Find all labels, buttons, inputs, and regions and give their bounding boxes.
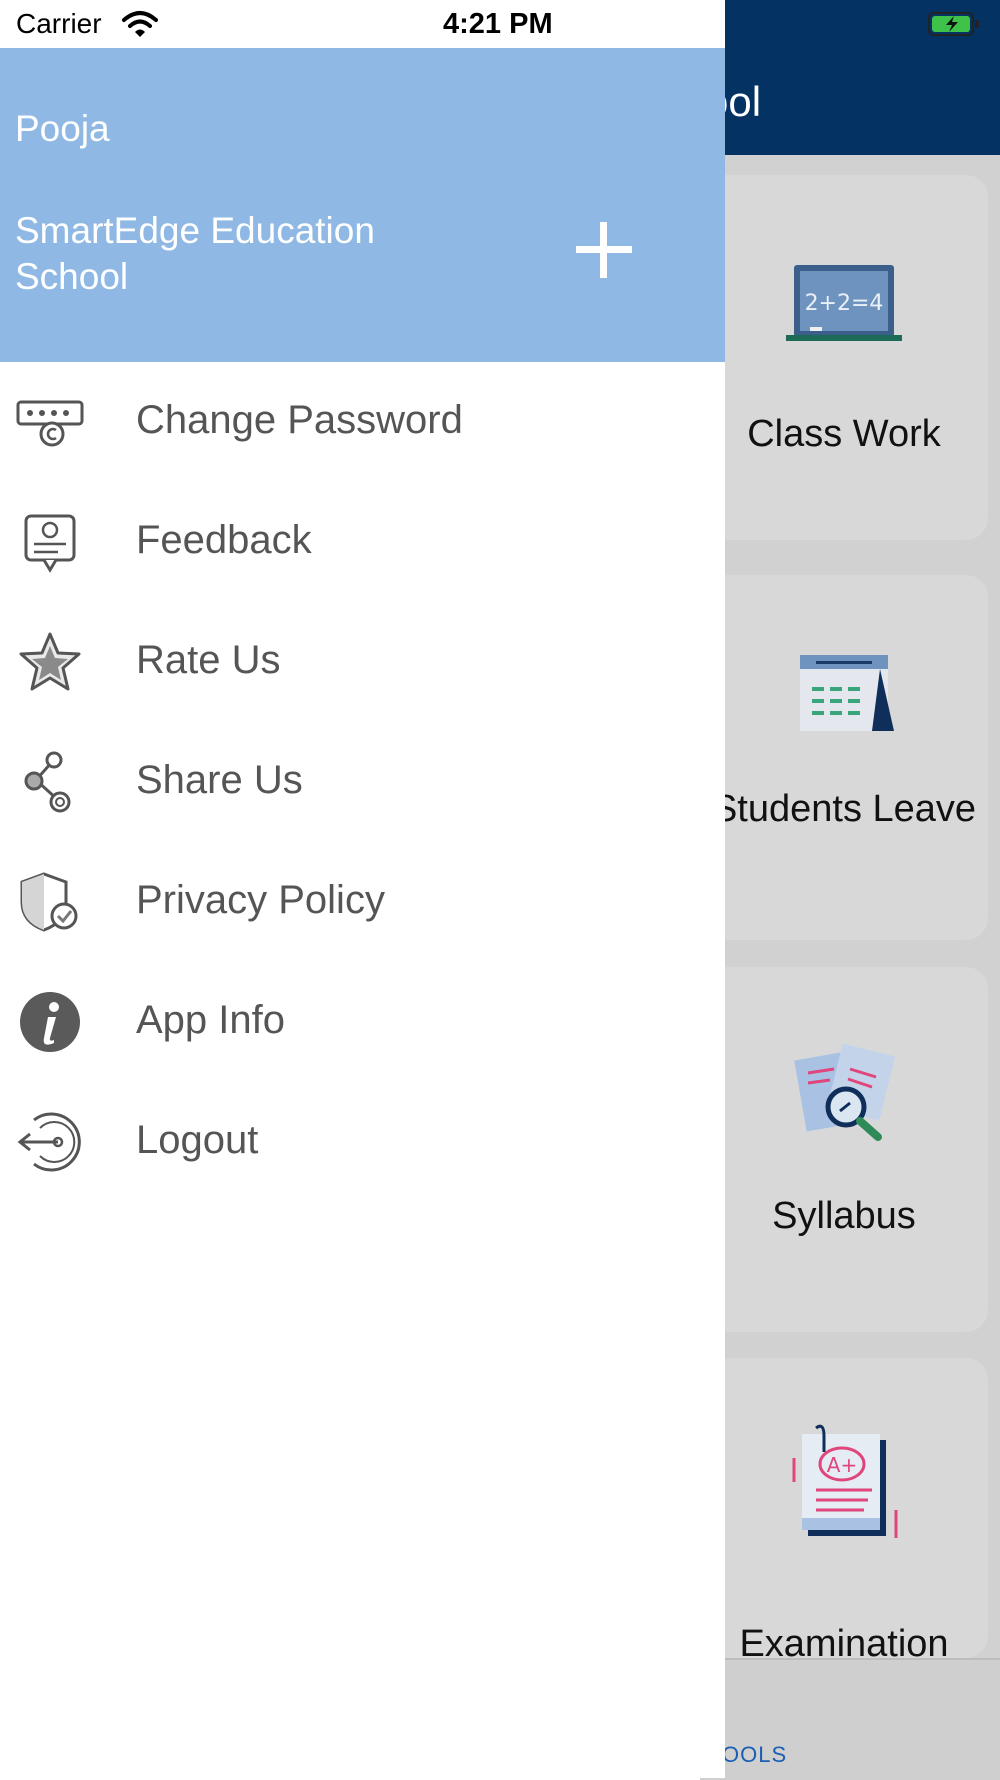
svg-text:2+2=4: 2+2=4 (805, 291, 884, 316)
share-icon (24, 751, 71, 813)
menu-label-change-password: Change Password (136, 398, 463, 442)
class-work-card[interactable]: 2+2=4 Class Work (700, 175, 988, 540)
status-bar: Carrier 4:21 PM (0, 0, 725, 48)
menu-label-privacy-policy: Privacy Policy (136, 878, 385, 922)
documents-search-icon (794, 1043, 896, 1141)
status-time: 4:21 PM (443, 8, 553, 40)
navigation-drawer: Carrier 4:21 PM Pooja SmartEdge Educatio… (0, 0, 725, 1778)
profile-header: Pooja SmartEdge Education School (0, 48, 725, 362)
menu-item-privacy-policy[interactable]: Privacy Policy (0, 842, 725, 962)
info-icon (20, 992, 80, 1052)
menu-item-share-us[interactable]: Share Us (0, 722, 725, 842)
menu-label-logout: Logout (136, 1118, 259, 1162)
students-leave-card[interactable]: Students Leave (700, 575, 988, 940)
menu-label-app-info: App Info (136, 998, 286, 1042)
shield-check-icon (20, 872, 78, 932)
students-leave-label: Students Leave (711, 788, 977, 830)
menu-item-app-info[interactable]: App Info (0, 962, 725, 1082)
menu-label-feedback: Feedback (136, 518, 312, 562)
examination-card[interactable]: A+ Examination (700, 1358, 988, 1665)
calendar-icon (800, 655, 894, 731)
feedback-icon (24, 514, 76, 573)
school-name: SmartEdge Education School (15, 210, 375, 297)
menu-label-rate-us: Rate Us (136, 638, 281, 682)
logout-icon (17, 1112, 81, 1172)
class-work-label: Class Work (747, 413, 941, 455)
plus-icon[interactable] (570, 216, 638, 284)
menu-item-logout[interactable]: Logout (0, 1082, 725, 1202)
menu-label-share-us: Share Us (136, 758, 303, 802)
exam-grade-icon: A+ (792, 1424, 898, 1538)
star-icon (19, 632, 81, 691)
wifi-icon (122, 11, 158, 37)
carrier-label: Carrier (16, 8, 102, 39)
user-name: Pooja (15, 108, 110, 149)
battery-icon (928, 12, 979, 36)
bottom-tab-label[interactable]: OOLS (722, 1742, 787, 1768)
password-icon (16, 400, 84, 447)
menu-item-change-password[interactable]: Change Password (0, 362, 725, 482)
svg-text:A+: A+ (827, 1453, 857, 1477)
chalkboard-icon: 2+2=4 (786, 265, 902, 341)
syllabus-label: Syllabus (772, 1195, 916, 1237)
menu-item-rate-us[interactable]: Rate Us (0, 602, 725, 722)
syllabus-card[interactable]: Syllabus (700, 967, 988, 1332)
menu-item-feedback[interactable]: Feedback (0, 482, 725, 602)
